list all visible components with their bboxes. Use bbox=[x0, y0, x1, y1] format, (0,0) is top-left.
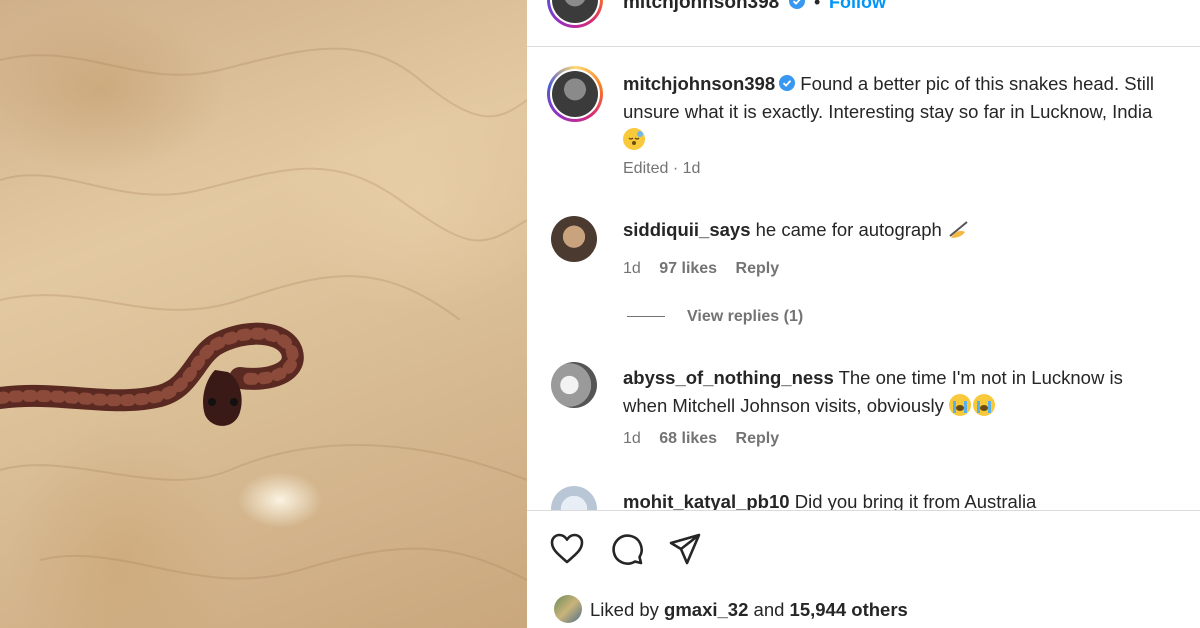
verified-badge-icon bbox=[788, 0, 805, 9]
caption-line-1: Found a better pic of this snakes head. … bbox=[800, 73, 1155, 94]
comment-reply-button[interactable]: Reply bbox=[736, 260, 780, 277]
post-caption: mitchjohnson398 Found a better pic of th… bbox=[623, 70, 1200, 154]
author-avatar[interactable] bbox=[547, 0, 603, 28]
caption-edited-meta: Edited · 1d bbox=[623, 160, 701, 177]
caption-username[interactable]: mitchjohnson398 bbox=[623, 73, 775, 94]
liked-by-prefix: Liked by bbox=[590, 599, 659, 620]
post-photo[interactable] bbox=[0, 0, 527, 628]
replies-divider-line bbox=[627, 316, 665, 318]
commenter-avatar[interactable] bbox=[551, 362, 597, 408]
liked-by-and: and bbox=[753, 599, 785, 620]
comment-time: 1d bbox=[623, 430, 641, 447]
commenter-avatar[interactable] bbox=[551, 216, 597, 262]
post-actions-footer: Liked by gmaxi_32 and 15,944 others bbox=[527, 510, 1200, 628]
caption-author-avatar[interactable] bbox=[547, 66, 603, 122]
comment-username[interactable]: siddiquii_says bbox=[623, 219, 751, 240]
header-username[interactable]: mitchjohnson398 bbox=[623, 0, 805, 14]
verified-badge-icon bbox=[779, 75, 796, 91]
comment-username[interactable]: mohit_katyal_pb10 bbox=[623, 491, 790, 512]
comment-text: Did you bring it from Australia bbox=[794, 491, 1037, 512]
comment-username[interactable]: abyss_of_nothing_ness bbox=[623, 367, 834, 388]
comment-likes[interactable]: 97 likes bbox=[659, 260, 717, 277]
loudly-crying-face-emoji bbox=[972, 394, 995, 416]
post-header: mitchjohnson398 • Follow bbox=[527, 0, 1200, 47]
liked-by-user[interactable]: gmaxi_32 bbox=[664, 599, 748, 620]
post-details-panel: mitchjohnson398 • Follow mitchjohnson398… bbox=[527, 0, 1200, 628]
share-icon[interactable] bbox=[667, 531, 703, 567]
loudly-crying-face-emoji bbox=[948, 394, 971, 416]
comment-text-line-2: when Mitchell Johnson visits, obviously bbox=[623, 395, 944, 416]
follow-button[interactable]: Follow bbox=[829, 0, 886, 13]
liked-by-summary: Liked by gmaxi_32 and 15,944 others bbox=[554, 595, 908, 623]
view-replies-button[interactable]: View replies (1) bbox=[627, 308, 803, 326]
liked-by-count[interactable]: 15,944 others bbox=[790, 599, 908, 620]
sleeping-face-emoji bbox=[623, 128, 645, 150]
comment-text: he came for autograph bbox=[755, 219, 942, 240]
writing-hand-emoji bbox=[947, 218, 969, 240]
comment-reply-button[interactable]: Reply bbox=[736, 430, 780, 447]
comment-time: 1d bbox=[623, 260, 641, 277]
heart-icon[interactable] bbox=[549, 531, 585, 567]
comment-likes[interactable]: 68 likes bbox=[659, 430, 717, 447]
comment-text-line-1: The one time I'm not in Lucknow is bbox=[838, 367, 1123, 388]
separator-dot: • bbox=[814, 0, 821, 12]
liker-avatar[interactable] bbox=[554, 595, 582, 623]
caption-line-2: unsure what it is exactly. Interesting s… bbox=[623, 101, 1153, 122]
comment-icon[interactable] bbox=[609, 531, 645, 567]
snake-photo-illustration bbox=[0, 47, 527, 581]
